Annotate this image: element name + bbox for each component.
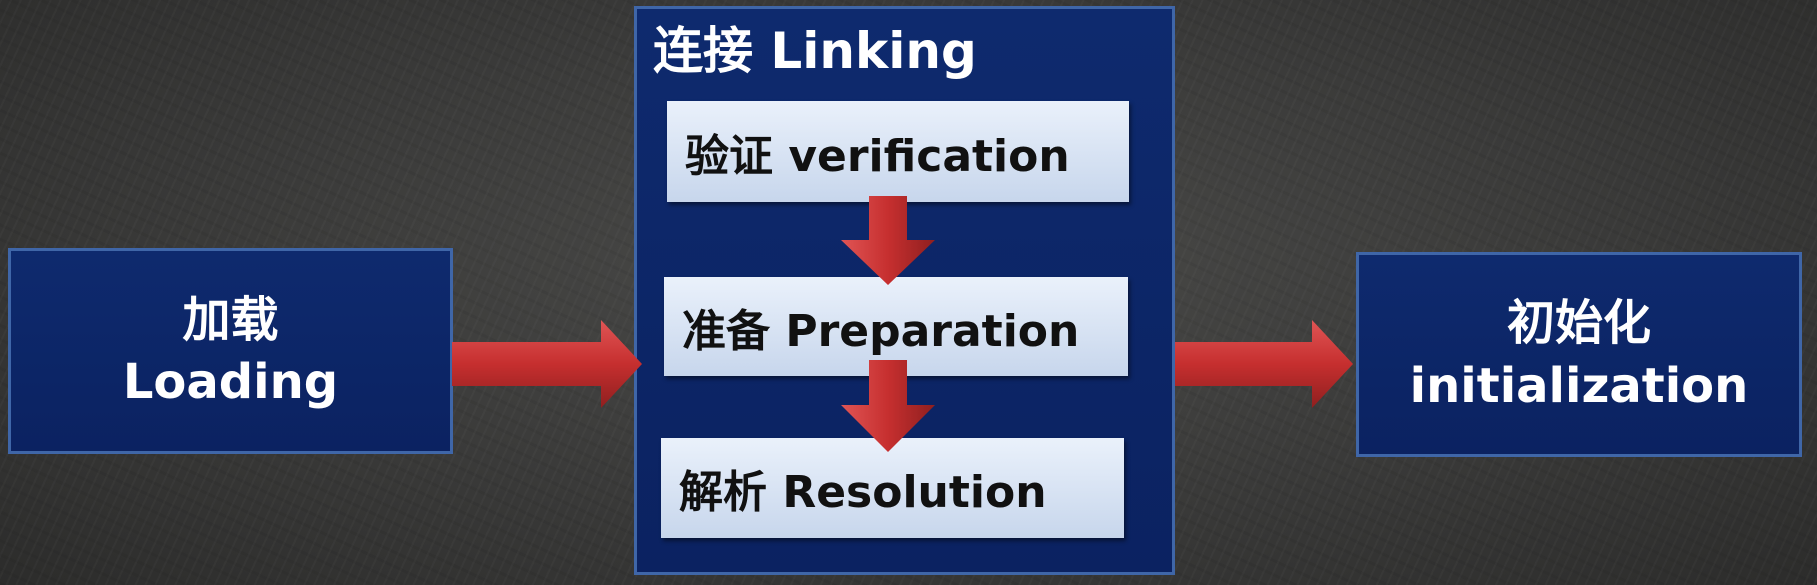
initialization-en-label: initialization [1409, 357, 1749, 414]
arrow-right-icon [1175, 320, 1353, 408]
initialization-zh-label: 初始化 [1506, 295, 1651, 352]
arrow-down-icon [841, 196, 935, 285]
arrow-down-icon [841, 360, 935, 452]
initialization-stage-box: 初始化 initialization [1356, 252, 1802, 457]
arrow-right-icon [452, 320, 642, 408]
